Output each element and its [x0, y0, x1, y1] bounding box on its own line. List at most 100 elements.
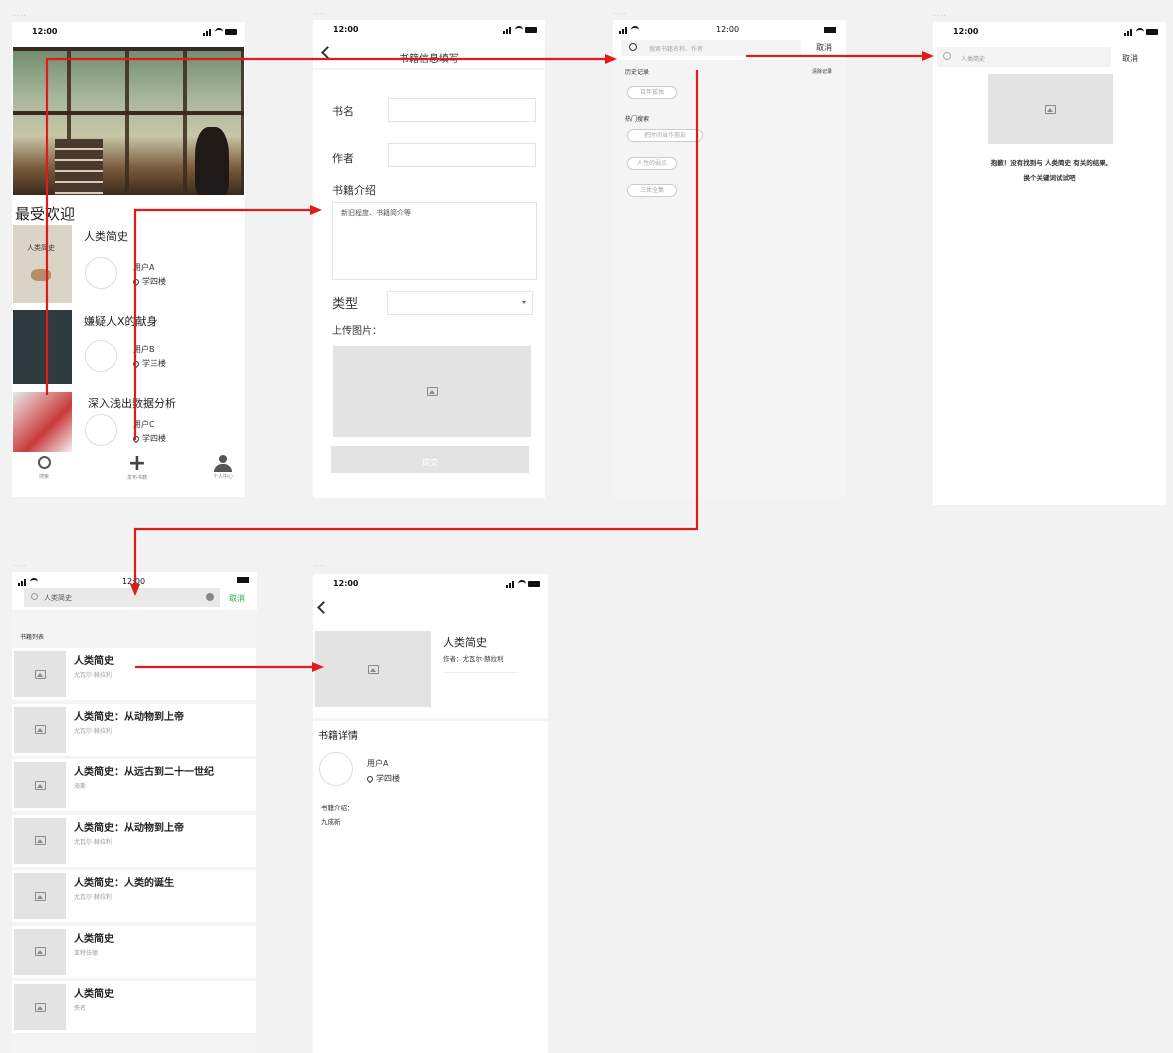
hot-chip[interactable]: 三体全集 [627, 184, 677, 197]
search-value: 人类简史 [44, 594, 72, 602]
nav-header [313, 592, 548, 618]
history-chip[interactable]: 百年孤独 [627, 86, 677, 99]
book-title: 人类简史 [443, 636, 487, 649]
image-icon [34, 725, 46, 734]
artboard-caption: · · · · [14, 563, 26, 569]
list-item[interactable]: 人类简史 亚特伍德 [12, 925, 256, 978]
image-icon [34, 669, 46, 679]
status-time: 12:00 [953, 27, 979, 36]
detail-card: 书籍详情 用户A 学四楼 书籍介绍： 九成新 [313, 721, 548, 1053]
status-time: 12:00 [333, 579, 359, 588]
search-icon [31, 593, 38, 600]
status-bar: 12:00 [12, 22, 245, 40]
avatar [319, 752, 353, 786]
search-input[interactable]: 人类简史 [937, 47, 1111, 67]
upload-image-area[interactable] [333, 346, 531, 437]
submit-button[interactable]: 提交 [331, 446, 529, 473]
book-title: 人类简史 [74, 989, 114, 1000]
status-bar: 12:00 [313, 574, 548, 592]
book-cover [315, 631, 431, 707]
signal-icons [503, 26, 537, 34]
signal-icons [506, 580, 540, 588]
section-title: 最受欢迎 [15, 205, 76, 223]
intro-label: 书籍介绍： [321, 804, 354, 812]
image-icon [367, 664, 379, 674]
bottom-nav: 搜索 + 发布书籍 个人中心 [12, 453, 245, 497]
artboard-caption: · · · · [314, 563, 326, 569]
list-item[interactable]: 人类简史 佚名 [12, 981, 256, 1033]
avatar [85, 414, 117, 446]
image-icon [1045, 104, 1056, 114]
book-author: 尤瓦尔·赫拉利 [74, 894, 112, 901]
status-bar: 12:00 [313, 20, 545, 38]
location-text: 学四楼 [142, 434, 166, 443]
back-button[interactable] [317, 601, 330, 614]
list-item[interactable]: 人类简史：人类的诞生 尤瓦尔·赫拉利 [12, 870, 256, 922]
book-title: 人类简史 [74, 933, 114, 945]
search-value: 人类简史 [961, 56, 986, 63]
location: 学三楼 [131, 358, 166, 369]
location-pin-icon [131, 277, 141, 286]
avatar [85, 257, 117, 289]
book-author: 尤瓦尔·赫拉利 [74, 727, 112, 735]
nav-search[interactable]: 搜索 [32, 456, 56, 480]
book-cover [14, 984, 66, 1030]
search-input[interactable]: 人类简史 [24, 588, 220, 607]
nav-label: 个人中心 [212, 474, 233, 480]
location-text: 学四楼 [142, 277, 166, 286]
battery-icon [824, 27, 836, 33]
location-pin-icon [131, 434, 141, 443]
nav-header: 书籍信息填写 [313, 38, 545, 68]
book-cover [14, 873, 66, 919]
list-item[interactable]: 深入浅出数据分析 用户C 学四楼 [13, 392, 244, 454]
intro-textarea[interactable]: 新旧程度、书籍简介等 [332, 202, 537, 280]
list-item[interactable]: 人类简史：从远古到二十一世纪 海斯 [12, 759, 256, 811]
cancel-button[interactable]: 取消 [229, 593, 245, 604]
intro-label: 书籍介绍 [332, 184, 376, 197]
cancel-button[interactable]: 取消 [1122, 53, 1138, 64]
signal-icons [1124, 28, 1158, 36]
screen-no-result: 12:00 人类简史 取消 抱歉！没有找到与 人类简史 有关的结果, 换个关键词… [933, 22, 1166, 505]
book-title: 人类简史 [84, 230, 128, 243]
image-icon [34, 1002, 46, 1012]
book-cover [14, 651, 66, 697]
category-select[interactable] [387, 291, 533, 315]
status-time: 12:00 [32, 27, 58, 36]
name-input[interactable] [388, 98, 536, 122]
list-item[interactable]: 人类简史：从动物到上帝 尤瓦尔·赫拉利 [12, 814, 256, 867]
hero-banner[interactable] [13, 47, 244, 195]
empty-illustration [988, 74, 1113, 144]
screen-search: 12:00 搜索书籍名称、作者 取消 历史记录 清除记录 百年孤独 热门搜索 把… [613, 20, 846, 498]
book-title: 人类简史：从远古到二十一世纪 [74, 767, 214, 778]
book-cover: 人类简史 [13, 225, 72, 303]
user-name: 用户A [367, 759, 389, 768]
hot-chip[interactable]: 把时间当作朋友 [627, 129, 703, 142]
hot-chip[interactable]: 人性的弱点 [627, 157, 677, 170]
list-item[interactable]: 人类简史 尤瓦尔·赫拉利 [12, 648, 256, 700]
artboard-caption: · · · · [14, 13, 26, 19]
clear-icon[interactable] [206, 593, 214, 601]
image-icon [34, 891, 46, 901]
book-cover [13, 392, 72, 452]
status-time: 12:00 [122, 577, 146, 586]
location-text: 学三楼 [142, 359, 166, 368]
list-item[interactable]: 人类简史：从动物到上帝 尤瓦尔·赫拉利 [12, 703, 256, 756]
search-input[interactable]: 搜索书籍名称、作者 [621, 40, 801, 56]
clear-history-button[interactable]: 清除记录 [812, 68, 832, 75]
screen-search-results: 12:00 人类简史 取消 书籍列表 人类简史 尤瓦尔·赫拉利 人类简史：从动物到上… [12, 572, 257, 1053]
status-time: 12:00 [716, 25, 740, 34]
status-bar: 12:00 [933, 22, 1166, 40]
book-title: 人类简史 [74, 656, 114, 667]
author-input[interactable] [388, 143, 536, 167]
signal-icons [203, 28, 237, 36]
nav-profile[interactable]: 个人中心 [208, 455, 238, 480]
list-item[interactable]: 人类简史 人类简史 用户A 学四楼 [13, 225, 244, 307]
list-item[interactable]: 嫌疑人X的献身 用户B 学三楼 [13, 310, 244, 388]
search-icon [629, 43, 637, 51]
cancel-button[interactable]: 取消 [816, 42, 832, 53]
image-icon [426, 387, 438, 396]
book-cover [14, 817, 66, 864]
search-header: 人类简史 取消 [12, 586, 257, 610]
status-time: 12:00 [333, 25, 359, 34]
nav-publish[interactable]: + 发布书籍 [120, 453, 154, 482]
